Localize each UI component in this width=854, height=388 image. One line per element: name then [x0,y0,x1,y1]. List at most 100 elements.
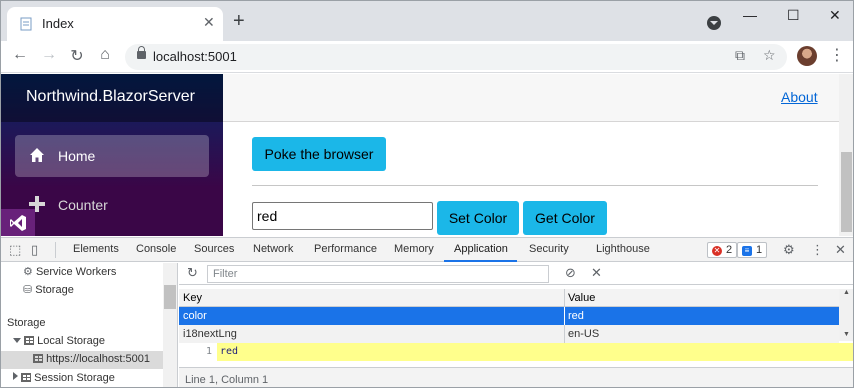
tab-title: Index [42,16,74,31]
sidebar-scroll-thumb[interactable] [164,285,176,309]
column-separator [564,289,565,307]
column-separator [564,325,565,343]
tab-console[interactable]: Console [136,243,176,255]
app-main: About Poke the browser red Set Color Get… [223,74,839,236]
about-link[interactable]: About [781,89,818,105]
table-icon [21,373,32,382]
forward-icon[interactable]: → [39,46,59,64]
tab-security[interactable]: Security [529,243,569,255]
row-key: i18nextLng [183,328,237,340]
preview-code[interactable]: red [217,343,853,361]
install-app-icon[interactable]: ⧉ [735,47,745,64]
message-icon: ≡ [742,246,752,256]
color-input[interactable]: red [252,202,433,230]
storage-overview-item[interactable]: ⛁ Storage [23,283,74,296]
errors-count: 2 [726,244,733,256]
messages-count: 1 [756,244,763,256]
database-icon: ⛁ [23,284,33,296]
storage-toolbar: ↻ Filter ⊘ ✕ [179,263,853,285]
scroll-up-icon[interactable]: ▲ [843,289,850,296]
nav-item-label: Counter [58,197,108,213]
home-icon[interactable]: ⌂ [95,46,115,64]
sidebar-scrollbar[interactable] [163,263,177,387]
divider [252,185,818,186]
browser-link-badge[interactable] [1,209,35,236]
application-sidebar: ⚙ Service Workers ⛁ Storage Storage Loca… [1,263,178,387]
service-workers-item[interactable]: ⚙ Service Workers [23,265,116,278]
expand-icon[interactable] [13,372,18,380]
clear-all-icon[interactable]: ⊘ [565,265,576,281]
devtools-tabbar: ⬚ ▯ Elements Console Sources Network Per… [1,238,853,262]
table-scrollbar[interactable]: ▲ ▼ [839,289,853,341]
origin-label: https://localhost:5001 [46,353,151,365]
active-tab-indicator [444,260,517,262]
device-toolbar-icon[interactable]: ▯ [31,242,38,258]
minimize-icon[interactable]: — [743,7,757,23]
close-devtools-icon[interactable]: ✕ [835,242,846,258]
settings-gear-icon[interactable]: ⚙ [783,242,795,258]
inspect-element-icon[interactable]: ⬚ [9,242,21,258]
column-separator [564,307,565,325]
tab-performance[interactable]: Performance [314,243,377,255]
page-scroll-thumb[interactable] [841,152,852,232]
local-storage-origin-item[interactable]: https://localhost:5001 [33,353,150,365]
browser-tab[interactable]: Index ✕ [7,7,223,41]
gear-icon: ⚙ [23,266,33,278]
close-tab-icon[interactable]: ✕ [203,14,215,31]
lock-icon[interactable] [137,46,146,59]
tab-elements[interactable]: Elements [73,243,119,255]
nav-item-home[interactable]: Home [15,135,209,177]
reload-icon[interactable]: ↻ [67,46,87,66]
maximize-icon[interactable]: ☐ [787,7,800,24]
get-color-button[interactable]: Get Color [523,201,607,235]
storage-overview-label: Storage [35,284,74,296]
page-scrollbar[interactable] [839,74,853,236]
filter-input[interactable]: Filter [207,265,549,283]
scroll-down-icon[interactable]: ▼ [843,331,850,338]
table-row[interactable]: i18nextLng en-US [179,325,839,343]
toolbar-divider [55,242,56,258]
delete-selected-icon[interactable]: ✕ [591,265,602,281]
devtools-panel: ⬚ ▯ Elements Console Sources Network Per… [1,237,853,387]
new-tab-icon[interactable]: + [233,11,245,31]
tab-application[interactable]: Application [454,243,508,255]
tab-network[interactable]: Network [253,243,293,255]
value-preview: 1 red [179,343,853,361]
profile-avatar[interactable] [797,46,817,66]
line-number: 1 [205,346,212,357]
errors-badge[interactable]: ✕ 2 [707,242,738,258]
bookmark-star-icon[interactable]: ☆ [763,47,776,64]
column-header-value[interactable]: Value [568,292,595,304]
app-brand[interactable]: Northwind.BlazorServer [26,88,195,106]
close-window-icon[interactable]: ✕ [829,7,841,24]
tab-memory[interactable]: Memory [394,243,434,255]
tab-search-icon[interactable] [707,16,721,30]
storage-view: ↻ Filter ⊘ ✕ Key Value color red i18next… [179,263,853,387]
messages-badge[interactable]: ≡ 1 [737,242,768,258]
url-text[interactable]: localhost:5001 [153,49,237,64]
browser-toolbar: ← → ↻ ⌂ localhost:5001 ⧉ ☆ ⋮ [1,41,853,73]
browser-window: Index ✕ + — ☐ ✕ ← → ↻ ⌂ localhost:5001 ⧉… [0,0,854,388]
service-workers-label: Service Workers [35,266,117,278]
tab-sources[interactable]: Sources [194,243,234,255]
nav-item-counter[interactable]: Counter [15,184,209,226]
devtools-menu-icon[interactable]: ⋮ [811,242,824,258]
column-header-key[interactable]: Key [183,292,202,304]
table-icon [33,354,43,363]
back-icon[interactable]: ← [10,46,30,64]
set-color-button[interactable]: Set Color [437,201,519,235]
local-storage-item[interactable]: Local Storage [13,335,105,347]
row-value: en-US [568,328,600,340]
refresh-icon[interactable]: ↻ [187,265,198,281]
row-value: red [568,310,584,322]
row-key: color [183,310,207,322]
session-storage-item[interactable]: Session Storage [13,372,115,384]
table-row[interactable]: color red [179,307,839,325]
table-icon [24,336,35,345]
address-bar[interactable]: localhost:5001 ⧉ ☆ [125,44,787,70]
browser-menu-icon[interactable]: ⋮ [829,45,845,65]
expand-icon[interactable] [13,338,21,343]
tab-lighthouse[interactable]: Lighthouse [596,243,650,255]
poke-browser-button[interactable]: Poke the browser [252,137,386,171]
tab-strip: Index ✕ + — ☐ ✕ [1,1,853,41]
